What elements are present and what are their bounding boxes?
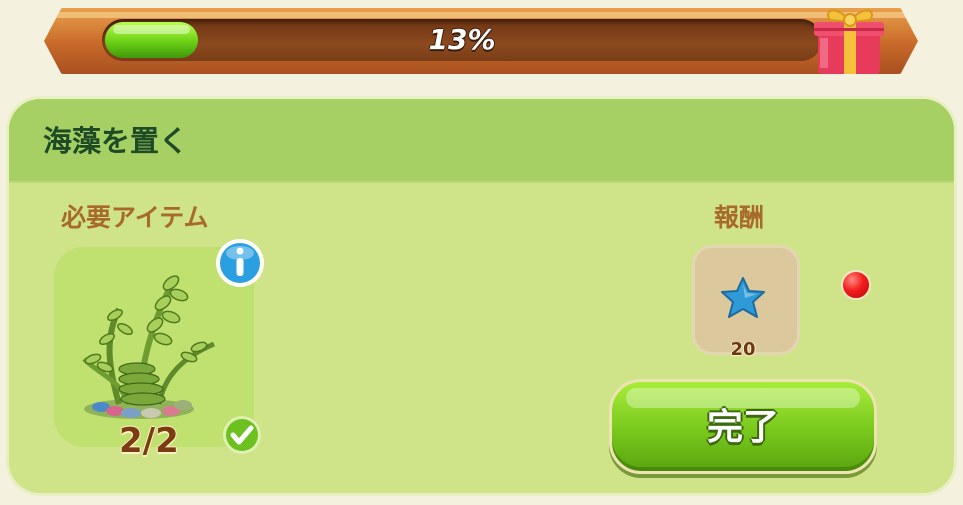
info-icon[interactable] [214,237,266,289]
complete-button-label: 完了 [706,407,779,448]
seaweed-icon [82,275,215,419]
reward-amount: 20 [730,339,756,360]
blue-star-icon [721,277,765,318]
task-panel: 海藻を置く 必要アイテム 報酬 2/2 20 完了 [6,96,957,496]
task-header: 海藻を置く [9,99,954,183]
notification-dot [841,270,871,300]
required-items-label: 必要アイテム [61,203,209,232]
item-count: 2/2 [119,421,179,461]
progress-percent: 13% [428,23,496,56]
task-screen: 13% 海藻を置く 必要アイテム 報酬 2/2 20 完了 [0,0,963,505]
task-title: 海藻を置く [43,124,189,158]
complete-button[interactable]: 完了 [609,379,877,474]
gift-box-icon[interactable] [810,0,890,78]
reward-label: 報酬 [714,203,765,232]
checkmark-icon [223,416,261,454]
progress-bar: 13% [102,19,822,61]
